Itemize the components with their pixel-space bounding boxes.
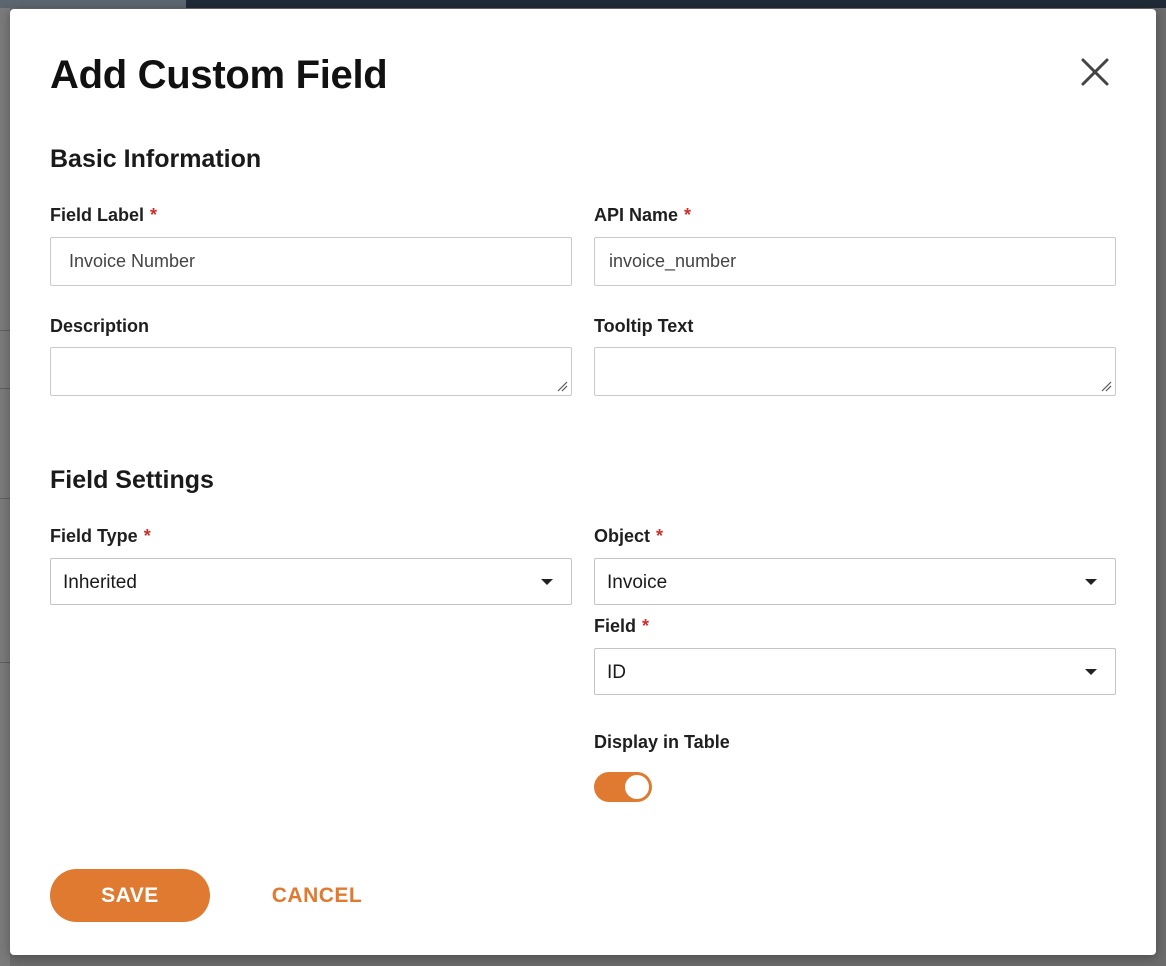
- resize-grip-icon[interactable]: [556, 380, 568, 392]
- cancel-button[interactable]: CANCEL: [262, 869, 372, 922]
- field-label-input[interactable]: [50, 237, 572, 286]
- save-button[interactable]: SAVE: [50, 869, 210, 922]
- field-label-label: Field Label *: [50, 205, 157, 226]
- field-type-select[interactable]: Inherited: [50, 558, 572, 605]
- required-marker: *: [684, 205, 692, 225]
- field-type-text: Field Type: [50, 526, 138, 546]
- field-label-text: Field Label: [50, 205, 145, 225]
- field-text: Field: [594, 616, 637, 636]
- tooltip-text-text: Tooltip Text: [594, 316, 694, 336]
- background-divider: [0, 330, 10, 331]
- description-label: Description: [50, 316, 149, 337]
- toggle-knob: [625, 775, 649, 799]
- display-in-table-text: Display in Table: [594, 732, 730, 752]
- object-select[interactable]: Invoice: [594, 558, 1116, 605]
- background-divider: [0, 498, 10, 499]
- chevron-down-icon: [1085, 669, 1097, 675]
- section-title-basic-information: Basic Information: [50, 145, 262, 173]
- chevron-down-icon: [1085, 579, 1097, 585]
- required-marker: *: [150, 205, 158, 225]
- tooltip-text-label: Tooltip Text: [594, 316, 693, 337]
- add-custom-field-dialog: Add Custom Field Basic Information Field…: [10, 9, 1156, 955]
- description-text: Description: [50, 316, 150, 336]
- object-selected-value: Invoice: [607, 572, 668, 593]
- background-divider: [0, 388, 10, 389]
- field-type-label: Field Type *: [50, 526, 151, 547]
- background-left-strip: [0, 8, 10, 966]
- display-in-table-toggle[interactable]: [594, 772, 652, 802]
- required-marker: *: [656, 526, 664, 546]
- required-marker: *: [642, 616, 650, 636]
- field-selected-value: ID: [607, 662, 626, 683]
- required-marker: *: [143, 526, 151, 546]
- resize-grip-icon[interactable]: [1100, 380, 1112, 392]
- api-name-text: API Name: [594, 205, 679, 225]
- object-text: Object: [594, 526, 651, 546]
- description-textarea[interactable]: [50, 347, 572, 396]
- api-name-label: API Name *: [594, 205, 691, 226]
- field-type-selected-value: Inherited: [63, 572, 137, 593]
- close-button[interactable]: [1080, 57, 1110, 87]
- chevron-down-icon: [541, 579, 553, 585]
- field-select[interactable]: ID: [594, 648, 1116, 695]
- close-icon[interactable]: [1080, 57, 1110, 87]
- background-breadcrumb: [0, 0, 186, 8]
- display-in-table-label: Display in Table: [594, 732, 730, 753]
- object-label: Object *: [594, 526, 663, 547]
- tooltip-text-textarea[interactable]: [594, 347, 1116, 396]
- api-name-input[interactable]: [594, 237, 1116, 286]
- background-divider: [0, 662, 10, 663]
- field-label-field: Field *: [594, 616, 649, 637]
- section-title-field-settings: Field Settings: [50, 466, 214, 494]
- dialog-title: Add Custom Field: [50, 53, 388, 97]
